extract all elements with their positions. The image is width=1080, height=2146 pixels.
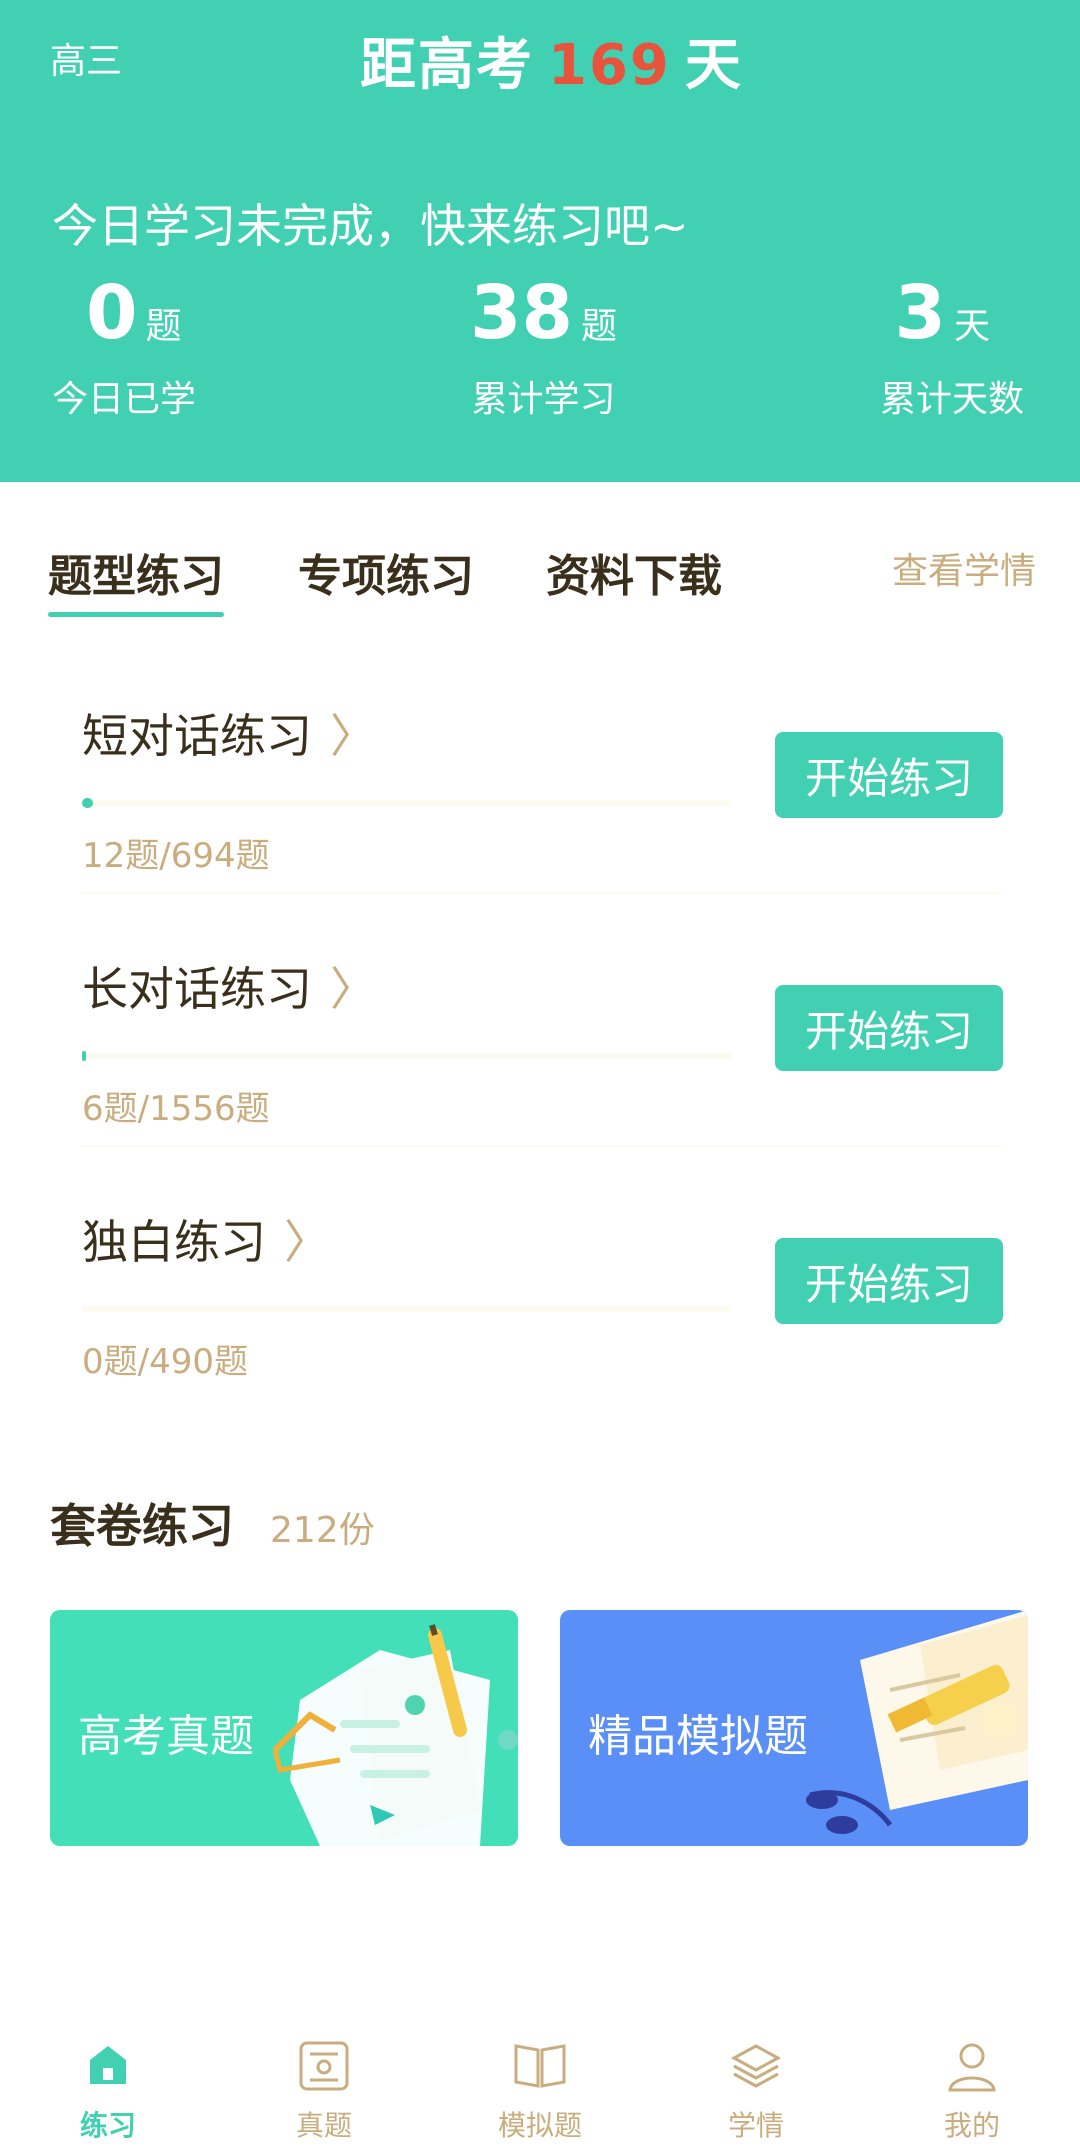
nav-real-exam[interactable]: 真题: [224, 2040, 424, 2144]
card-label: 精品模拟题: [588, 1711, 808, 1762]
view-progress-link[interactable]: 查看学情: [892, 542, 1036, 594]
countdown-prefix: 距高考: [360, 33, 534, 98]
stat-label: 累计天数: [880, 379, 1025, 420]
start-practice-button[interactable]: 开始练习: [775, 732, 1003, 818]
study-prompt: 今日学习未完成，快来练习吧~: [52, 199, 689, 253]
nav-progress[interactable]: 学情: [656, 2040, 856, 2144]
nav-practice[interactable]: 练习: [8, 2040, 208, 2144]
nav-label: 练习: [79, 2109, 136, 2142]
progress-fill: [82, 1051, 86, 1061]
countdown-days: 169: [548, 33, 671, 98]
progress-track: [82, 1051, 732, 1061]
progress-fill: [82, 798, 94, 808]
nav-label: 学情: [727, 2109, 784, 2142]
progress-count: 6题/1556题: [82, 1089, 270, 1129]
chevron-right-icon: 〉: [330, 962, 376, 1016]
mock-exam-card[interactable]: 精品模拟题: [560, 1610, 1028, 1846]
chevron-right-icon: 〉: [330, 709, 376, 763]
practice-item-long-dialogue: 长对话练习〉 6题/1556题 开始练习: [82, 953, 1003, 1193]
divider: [82, 892, 1002, 894]
grade-selector[interactable]: 高三: [50, 32, 122, 84]
tab-special[interactable]: 专项练习: [298, 540, 474, 604]
divider: [82, 1145, 1002, 1147]
chevron-right-icon: 〉: [284, 1215, 330, 1269]
practice-title-link[interactable]: 短对话练习〉: [82, 700, 376, 766]
open-book-icon: [440, 2040, 640, 2096]
stat-value: 3: [894, 270, 947, 356]
tab-question-type[interactable]: 题型练习: [48, 540, 224, 617]
header-panel: 高三 距高考 169 天 今日学习未完成，快来练习吧~ 0题 今日已学 38 题 累计…: [0, 0, 1080, 482]
practice-title-link[interactable]: 独白练习〉: [82, 1206, 330, 1272]
stat-value: 0: [86, 270, 138, 356]
practice-title-link[interactable]: 长对话练习〉: [82, 953, 376, 1019]
exam-countdown: 距高考 169 天: [360, 20, 743, 101]
nav-mock-exam[interactable]: 模拟题: [440, 2040, 640, 2144]
home-icon: [8, 2040, 208, 2096]
real-exam-card[interactable]: 高考真题: [50, 1610, 518, 1846]
nav-label: 真题: [295, 2109, 352, 2142]
stat-total-learned: 38 题 累计学习: [470, 270, 617, 422]
progress-count: 0题/490题: [82, 1342, 248, 1382]
bottom-tab-bar: 练习 真题 模拟题 学情 我的: [0, 2020, 1080, 2146]
stat-label: 累计学习: [471, 379, 616, 420]
card-label: 高考真题: [78, 1711, 254, 1762]
tab-downloads[interactable]: 资料下载: [546, 540, 722, 604]
stat-value: 38: [470, 270, 573, 356]
start-practice-button[interactable]: 开始练习: [775, 1238, 1003, 1324]
progress-count: 12题/694题: [82, 836, 270, 876]
practice-title: 长对话练习: [82, 962, 312, 1016]
progress-track: [82, 798, 732, 808]
layers-icon: [656, 2040, 856, 2096]
stat-label: 今日已学: [52, 379, 197, 420]
exam-paper-icon: [224, 2040, 424, 2096]
nav-profile[interactable]: 我的: [872, 2040, 1072, 2144]
paper-count: 212份: [270, 1510, 375, 1551]
practice-item-monologue: 独白练习〉 0题/490题 开始练习: [82, 1206, 1003, 1446]
section-title: 套卷练习: [50, 1499, 234, 1553]
countdown-suffix: 天: [684, 33, 743, 98]
stat-unit: 天: [954, 306, 991, 347]
stat-unit: 题: [145, 306, 182, 347]
stat-total-days: 3天 累计天数: [880, 270, 1024, 422]
nav-label: 我的: [943, 2109, 1000, 2142]
progress-track: [82, 1306, 732, 1312]
stat-today-learned: 0题 今日已学: [52, 270, 196, 422]
user-icon: [872, 2040, 1072, 2096]
practice-title: 独白练习: [82, 1215, 266, 1269]
start-practice-button[interactable]: 开始练习: [775, 985, 1003, 1071]
practice-title: 短对话练习: [82, 709, 312, 763]
paper-section-header: 套卷练习 212份: [50, 1490, 375, 1556]
practice-item-short-dialogue: 短对话练习〉 12题/694题 开始练习: [82, 700, 1003, 940]
nav-label: 模拟题: [497, 2109, 582, 2142]
stat-unit: 题: [580, 306, 617, 347]
